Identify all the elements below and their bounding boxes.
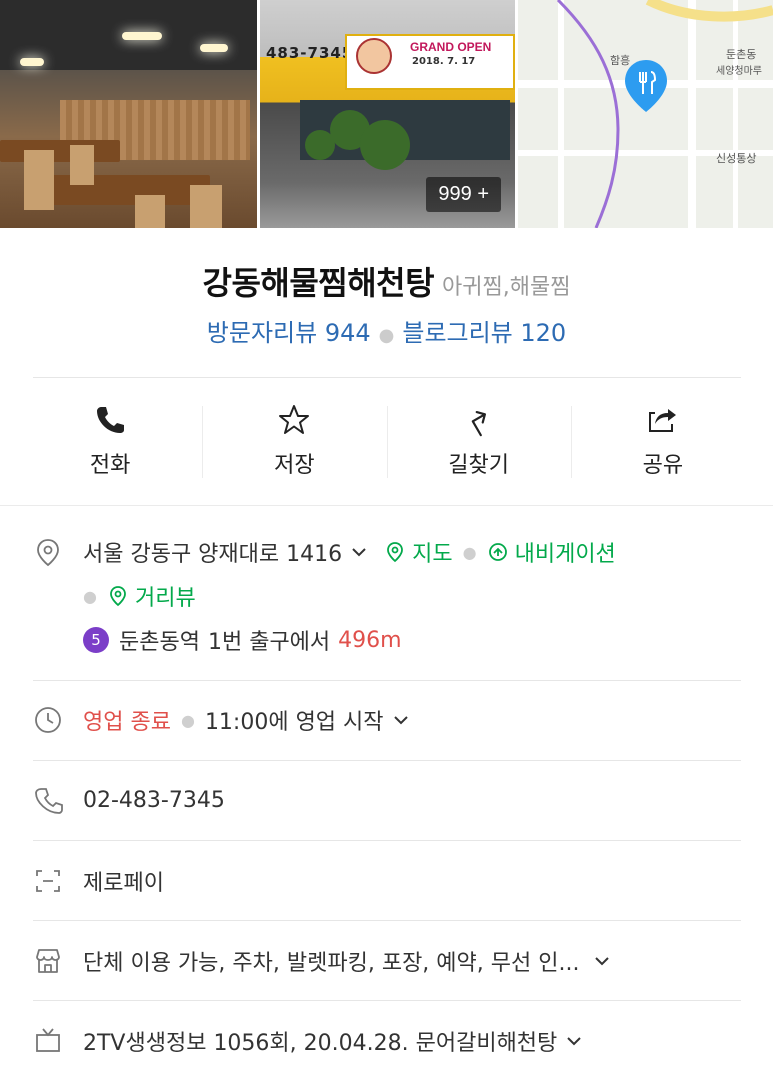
pay-scan-icon [36, 870, 60, 892]
star-icon [279, 405, 310, 434]
payment-row: 제로페이 [33, 865, 741, 897]
directions-label: 길찾기 [448, 453, 509, 478]
streetview-link[interactable]: 거리뷰 [135, 580, 196, 612]
divider [33, 1000, 741, 1001]
tv-icon [36, 1028, 60, 1052]
store-icon [36, 949, 60, 973]
map-label: 함흥 [610, 54, 631, 67]
map-label: 세양청마루 [716, 66, 762, 77]
navigation-link[interactable]: 내비게이션 [515, 536, 616, 568]
separator-dot: ● [83, 586, 97, 606]
plant [360, 120, 410, 170]
table [0, 140, 120, 162]
plant [305, 130, 335, 160]
share-icon [648, 409, 676, 432]
amenities-text: 단체 이용 가능, 주차, 발렛파킹, 포장, 예약, 무선 인... [83, 951, 580, 976]
opening-hours: 11:00에 영업 시작 [204, 710, 384, 735]
chevron-down-icon[interactable] [565, 1032, 583, 1050]
amenities-row[interactable]: 단체 이용 가능, 주차, 발렛파킹, 포장, 예약, 무선 인... [33, 945, 741, 977]
chevron-down-icon[interactable] [392, 711, 410, 729]
divider [0, 505, 773, 506]
divider [33, 920, 741, 921]
blog-review-link[interactable]: 블로그리뷰 120 [402, 319, 566, 347]
map-link[interactable]: 지도 [412, 536, 452, 568]
phone-row[interactable]: 02-483-7345 [33, 785, 741, 815]
review-summary: 방문자리뷰 944 ● 블로그리뷰 120 [0, 313, 773, 348]
share-button[interactable]: 공유 [570, 378, 755, 504]
banner-title: GRAND OPEN [410, 40, 492, 54]
address-text[interactable]: 서울 강동구 양재대로 1416 [83, 536, 342, 568]
phone-outline-icon [35, 788, 63, 814]
streetview-icon [110, 586, 126, 607]
place-header: 강동해물찜해천탕 아귀찜,해물찜 [0, 258, 773, 304]
subway-line-badge: 5 [83, 627, 109, 653]
chair [135, 195, 165, 228]
subway-row: 5 둔촌동역 1번 출구에서 496m [83, 624, 773, 656]
ceiling-light [122, 32, 162, 40]
payment-method: 제로페이 [83, 871, 164, 896]
address-row: 서울 강동구 양재대로 1416 지도 ● 내비게이션 [33, 536, 741, 568]
location-icon [37, 539, 59, 567]
phone-icon [97, 407, 125, 433]
chair [190, 185, 222, 228]
place-name: 강동해물찜해천탕 [202, 264, 435, 302]
location-pin-icon [625, 60, 667, 112]
call-button[interactable]: 전화 [18, 378, 202, 504]
photo-strip[interactable]: 483-7345 GRAND OPEN 2018. 7. 17 999 + 함흥… [0, 0, 773, 228]
divider [33, 840, 741, 841]
separator-dot: ● [378, 325, 395, 346]
chevron-down-icon[interactable] [350, 543, 368, 561]
table [40, 175, 210, 205]
map-thumbnail[interactable]: 함흥 둔촌동 세양청마루 신성통상 [518, 0, 773, 228]
tv-row[interactable]: 2TV생생정보 1056회, 20.04.28. 문어갈비해천탕 [33, 1025, 741, 1057]
interior-photo[interactable] [0, 0, 257, 228]
subway-distance: 496m [338, 627, 402, 653]
ceiling-light [200, 44, 228, 52]
call-label: 전화 [89, 453, 131, 478]
share-label: 공유 [642, 453, 684, 478]
clock-icon [35, 707, 61, 733]
chair [24, 150, 54, 210]
save-label: 저장 [274, 453, 315, 478]
storefront-photo[interactable]: 483-7345 GRAND OPEN 2018. 7. 17 999 + [260, 0, 515, 228]
tv-appearance: 2TV생생정보 1056회, 20.04.28. 문어갈비해천탕 [83, 1031, 558, 1056]
business-status: 영업 종료 [83, 710, 171, 735]
chevron-down-icon[interactable] [593, 952, 611, 970]
visitor-review-link[interactable]: 방문자리뷰 944 [207, 319, 371, 347]
place-category: 아귀찜,해물찜 [442, 275, 571, 300]
banner-date: 2018. 7. 17 [412, 56, 476, 67]
map-pin-icon [387, 542, 404, 563]
map-label: 둔촌동 [726, 48, 757, 61]
map-label: 신성통상 [716, 152, 757, 165]
save-button[interactable]: 저장 [202, 378, 386, 504]
hours-row[interactable]: 영업 종료 ● 11:00에 영업 시작 [33, 704, 741, 736]
directions-button[interactable]: 길찾기 [386, 378, 571, 504]
separator-dot: ● [180, 710, 195, 730]
separator-dot: ● [462, 542, 477, 562]
action-bar: 전화 저장 길찾기 공유 [18, 378, 755, 504]
phone-number[interactable]: 02-483-7345 [83, 788, 225, 813]
divider [33, 680, 741, 681]
photo-count-badge[interactable]: 999 + [426, 177, 501, 212]
directions-icon [471, 410, 486, 437]
divider [33, 760, 741, 761]
storefront-phone: 483-7345 [266, 44, 354, 62]
chair [70, 145, 94, 185]
banner-logo [356, 38, 392, 74]
subway-route-line [556, 0, 773, 228]
streetview-row: ● 거리뷰 [83, 580, 773, 612]
ceiling-light [20, 58, 44, 66]
subway-exit: 1번 출구에서 [207, 630, 331, 655]
subway-station: 둔촌동역 [119, 630, 200, 655]
navigation-icon [488, 543, 507, 561]
